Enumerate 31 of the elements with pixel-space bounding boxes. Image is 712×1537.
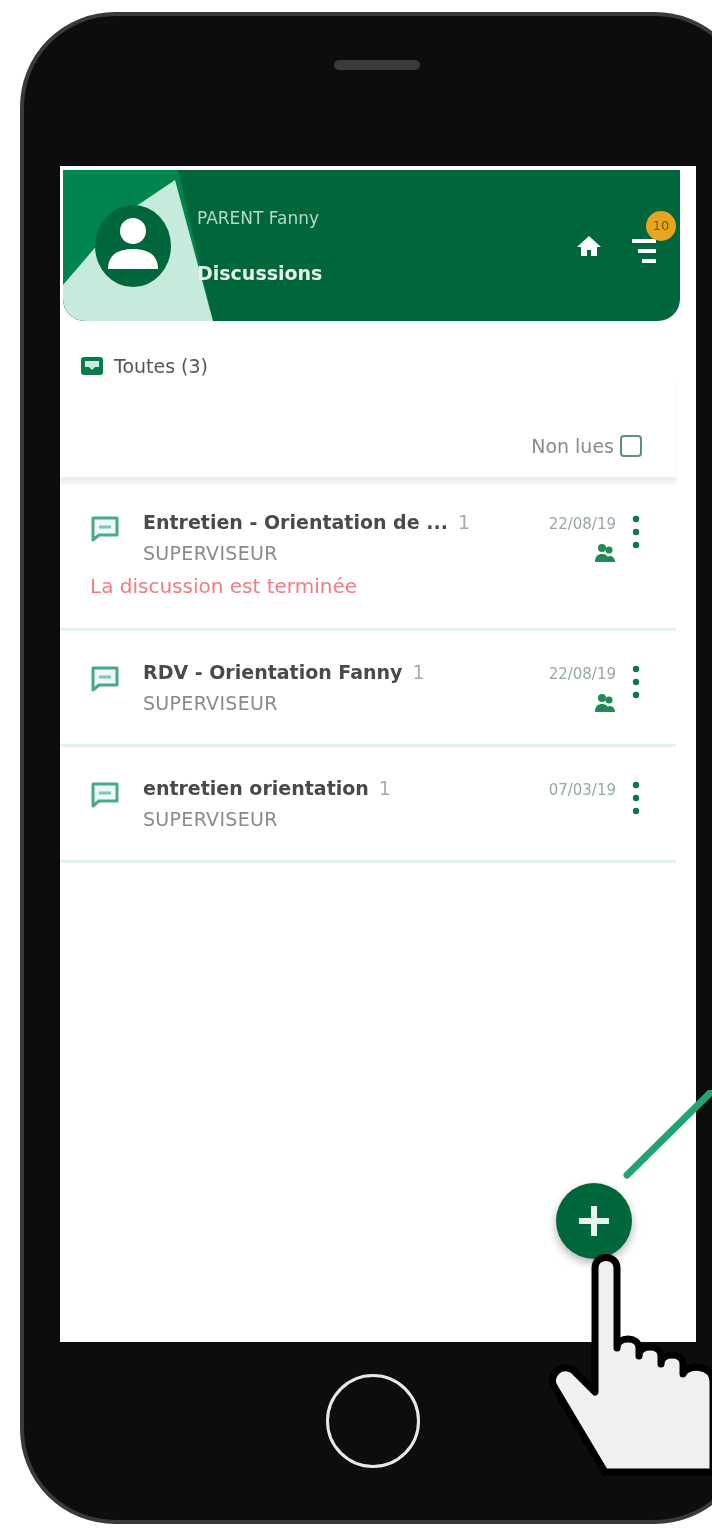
message-count: 1: [378, 777, 391, 799]
discussion-title[interactable]: RDV - Orientation Fanny: [143, 661, 403, 683]
plus-icon: [577, 1204, 611, 1238]
author-role: SUPERVISEUR: [143, 542, 279, 564]
more-icon[interactable]: [632, 515, 640, 549]
more-icon[interactable]: [632, 665, 640, 699]
avatar-icon: [93, 202, 173, 289]
discussion-date: 22/08/19: [548, 665, 616, 683]
discussion-date: 22/08/19: [548, 515, 616, 533]
inbox-icon: [80, 356, 104, 376]
chat-icon: [90, 781, 120, 809]
notification-badge: 10: [646, 210, 676, 241]
home-icon[interactable]: [576, 234, 602, 257]
unread-label: Non lues: [531, 435, 614, 457]
chat-icon: [90, 515, 120, 543]
home-button[interactable]: [326, 1374, 420, 1468]
author-role: SUPERVISEUR: [143, 692, 279, 714]
status-message: La discussion est terminée: [90, 574, 359, 598]
discussion-title[interactable]: entretien orientation: [143, 777, 369, 799]
message-count: 1: [457, 511, 470, 533]
message-count: 1: [412, 661, 425, 683]
add-button[interactable]: [556, 1183, 632, 1259]
unread-checkbox[interactable]: [620, 435, 642, 457]
chat-icon: [90, 665, 120, 693]
user-name: PARENT Fanny: [197, 207, 321, 228]
filter-label[interactable]: Toutes (3): [114, 355, 209, 377]
author-role: SUPERVISEUR: [143, 808, 279, 830]
menu-icon[interactable]: [632, 236, 658, 263]
more-icon[interactable]: [632, 781, 640, 815]
discussion-title[interactable]: Entretien - Orientation de ...: [143, 511, 448, 533]
discussion-date: 07/03/19: [548, 781, 616, 799]
